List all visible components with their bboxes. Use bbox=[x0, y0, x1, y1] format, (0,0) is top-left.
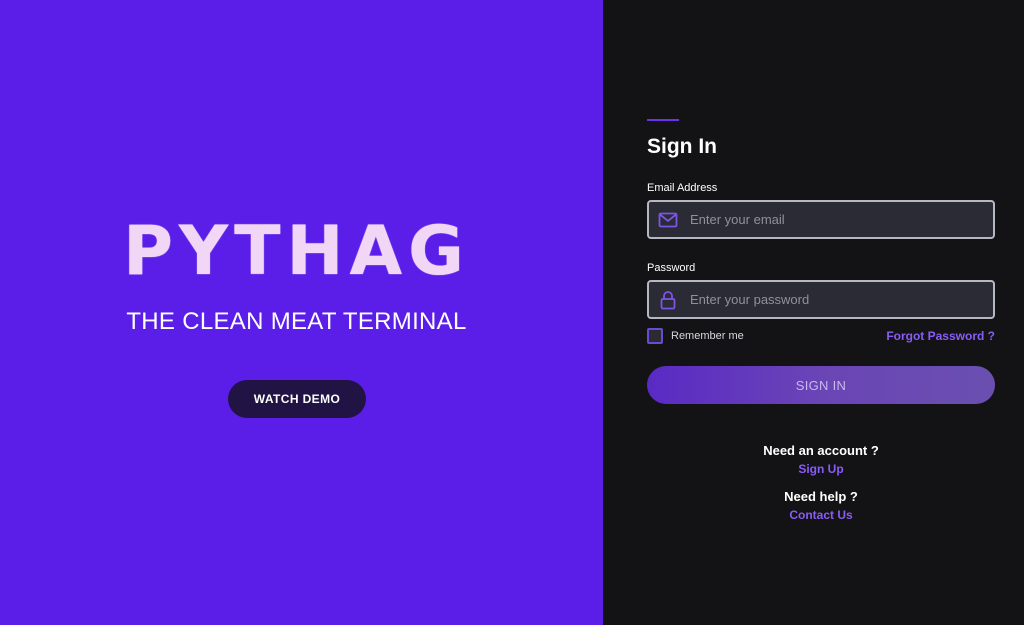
password-label: Password bbox=[647, 262, 696, 274]
sign-in-button[interactable]: SIGN IN bbox=[647, 366, 995, 404]
email-field-wrapper[interactable] bbox=[647, 200, 995, 239]
title-accent-line bbox=[647, 119, 679, 121]
remember-checkbox[interactable] bbox=[647, 328, 663, 344]
need-help-text: Need help ? bbox=[784, 489, 858, 504]
password-field-wrapper[interactable] bbox=[647, 280, 995, 319]
remember-label: Remember me bbox=[671, 330, 744, 342]
watch-demo-button[interactable]: WATCH DEMO bbox=[228, 380, 366, 418]
need-account-text: Need an account ? bbox=[763, 443, 879, 458]
tagline: THE CLEAN MEAT TERMINAL bbox=[126, 308, 467, 335]
remember-me[interactable]: Remember me bbox=[647, 328, 744, 344]
password-field[interactable] bbox=[690, 292, 993, 307]
page-title: Sign In bbox=[647, 135, 717, 158]
hero-panel: PYTHAG THE CLEAN MEAT TERMINAL WATCH DEM… bbox=[0, 0, 603, 625]
contact-us-link[interactable]: Contact Us bbox=[647, 508, 995, 522]
mail-icon bbox=[658, 210, 678, 230]
sign-up-link[interactable]: Sign Up bbox=[647, 462, 995, 476]
lock-icon bbox=[658, 290, 678, 310]
email-field[interactable] bbox=[690, 212, 993, 227]
brand-logo: PYTHAG bbox=[123, 212, 470, 291]
email-label: Email Address bbox=[647, 182, 718, 194]
forgot-password-link[interactable]: Forgot Password ? bbox=[886, 329, 995, 343]
signin-panel: Sign In Email Address Password Remember … bbox=[603, 0, 1024, 625]
